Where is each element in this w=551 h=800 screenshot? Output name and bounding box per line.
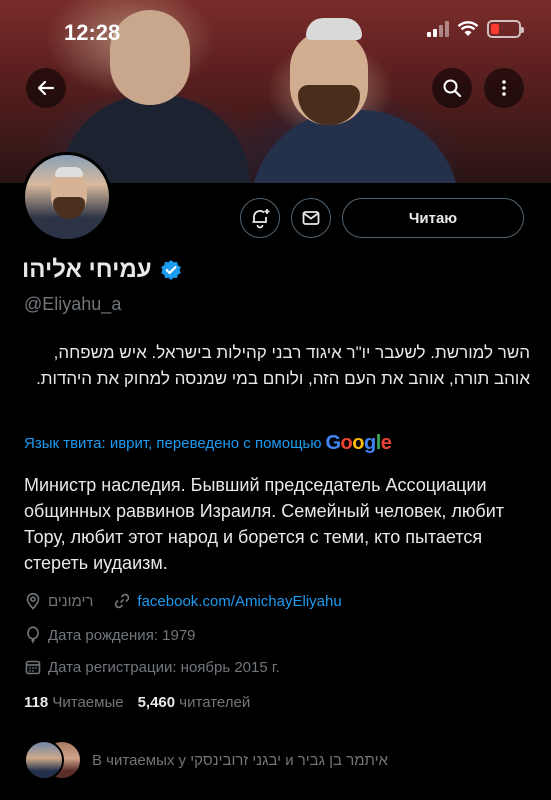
following-count-link[interactable]: 118 Читаемые bbox=[24, 694, 124, 711]
followers-count: 5,460 bbox=[137, 694, 176, 711]
followed-by-text: В читаемых у יבגני זרובינסקי и איתמר בן … bbox=[92, 751, 388, 769]
name-row: עמיחי אליהו bbox=[22, 256, 182, 284]
joined-date-text: Дата регистрации: ноябрь 2015 г. bbox=[48, 658, 280, 676]
more-vertical-icon bbox=[502, 80, 506, 96]
following-label: Читаемые bbox=[52, 694, 124, 711]
followed-by-row[interactable]: В читаемых у יבגני זרובינסקי и איתמר בן … bbox=[24, 740, 388, 780]
banner-kippah bbox=[306, 18, 362, 40]
location-pin-icon bbox=[26, 592, 40, 610]
banner-person-left-head bbox=[110, 10, 190, 105]
location-text: רימונים bbox=[48, 592, 94, 610]
following-button[interactable]: Читаю bbox=[342, 198, 524, 238]
avatar-body bbox=[31, 215, 107, 239]
avatar-kippah bbox=[55, 167, 83, 177]
website-link[interactable]: facebook.com/AmichayEliyahu bbox=[137, 593, 341, 610]
google-logo: Google bbox=[325, 432, 392, 454]
follow-counts: 118 Читаемые 5,460 читателей bbox=[24, 694, 250, 711]
birth-date-text: Дата рождения: 1979 bbox=[48, 626, 196, 644]
notifications-button[interactable] bbox=[240, 198, 280, 238]
search-button[interactable] bbox=[432, 68, 472, 108]
balloon-icon bbox=[27, 626, 39, 644]
profile-meta-joined: Дата регистрации: ноябрь 2015 г. bbox=[24, 658, 280, 676]
bio-translated: Министр наследия. Бывший председатель Ас… bbox=[24, 475, 504, 573]
wifi-icon bbox=[457, 21, 479, 36]
profile-meta-birth: Дата рождения: 1979 bbox=[24, 626, 196, 644]
translation-note[interactable]: Язык твита: иврит, переведено с помощью … bbox=[24, 432, 392, 455]
user-handle: @Eliyahu_a bbox=[24, 294, 122, 314]
followers-count-link[interactable]: 5,460 читателей bbox=[138, 694, 251, 711]
status-icons bbox=[427, 20, 524, 38]
profile-avatar[interactable] bbox=[22, 152, 112, 242]
bio-original: השר למורשת. לשעבר יו"ר איגוד רבני קהילות… bbox=[36, 343, 530, 388]
envelope-icon bbox=[302, 211, 320, 225]
translation-note-text: Язык твита: иврит, переведено с помощью bbox=[24, 435, 322, 452]
bell-plus-icon bbox=[252, 209, 270, 229]
followed-by-avatars bbox=[24, 740, 82, 780]
calendar-icon bbox=[25, 660, 41, 675]
back-button[interactable] bbox=[26, 68, 66, 108]
display-name: עמיחי אליהו bbox=[22, 256, 152, 283]
verified-badge-icon[interactable] bbox=[160, 259, 182, 281]
profile-meta-location-website: רימונים facebook.com/AmichayEliyahu bbox=[24, 592, 342, 610]
followers-label: читателей bbox=[179, 694, 251, 711]
following-count: 118 bbox=[24, 694, 49, 711]
battery-icon bbox=[487, 20, 524, 38]
status-time: 12:28 bbox=[64, 20, 121, 45]
more-button[interactable] bbox=[484, 68, 524, 108]
arrow-left-icon bbox=[37, 80, 55, 96]
link-icon bbox=[115, 593, 130, 609]
avatar bbox=[24, 740, 64, 780]
cellular-signal-icon bbox=[427, 21, 449, 37]
message-button[interactable] bbox=[291, 198, 331, 238]
search-icon bbox=[443, 79, 462, 98]
banner-person-right bbox=[250, 110, 460, 183]
